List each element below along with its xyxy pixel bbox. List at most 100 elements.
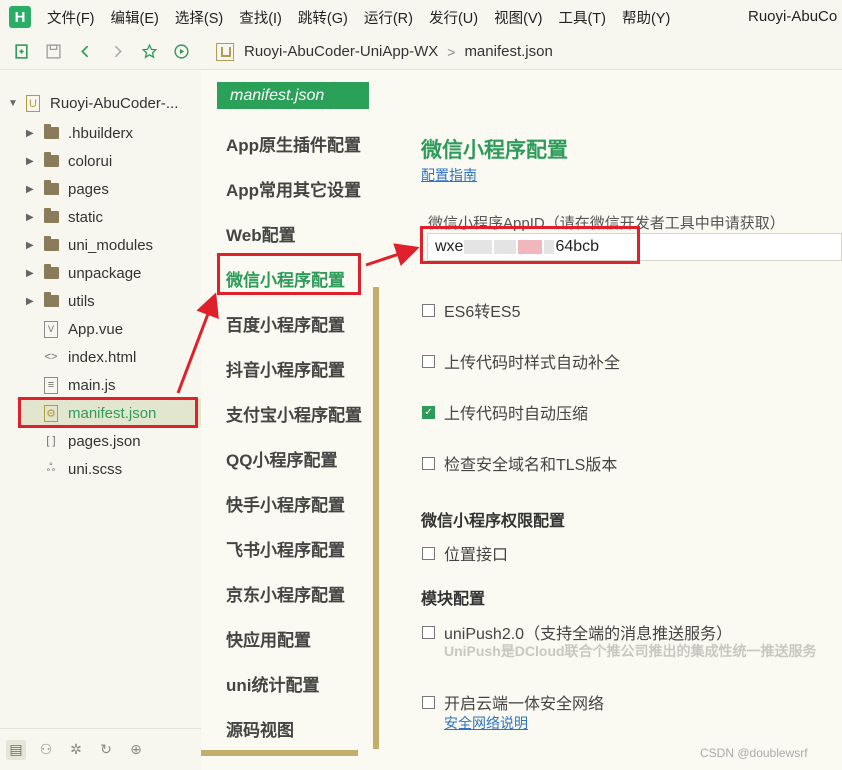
chevron-right-icon[interactable]: ▶ — [26, 128, 44, 139]
tree-folder-hbuilderx[interactable]: ▶ .hbuilderx — [26, 119, 201, 147]
nav-quickapp-config[interactable]: 快应用配置 — [226, 623, 311, 653]
checkbox-style-autoprefix[interactable]: 上传代码时样式自动补全 — [422, 349, 620, 373]
tree-file-app-vue[interactable]: V App.vue — [26, 315, 201, 343]
tree-folder-uni-modules[interactable]: ▶ uni_modules — [26, 231, 201, 259]
tree-root[interactable]: ▼ U Ruoyi-AbuCoder-... — [8, 95, 178, 112]
folder-icon — [44, 208, 59, 223]
tree-folder-unpackage[interactable]: ▶ unpackage — [26, 259, 201, 287]
nav-jd-mp-config[interactable]: 京东小程序配置 — [226, 578, 345, 608]
tree-item-label: uni.scss — [68, 460, 123, 478]
breadcrumb-project[interactable]: Ruoyi-AbuCoder-UniApp-WX — [244, 43, 438, 60]
menu-edit[interactable]: 编辑(E) — [111, 7, 159, 28]
tree-folder-utils[interactable]: ▶ utils — [26, 287, 201, 315]
project-manager-icon[interactable]: ▤ — [6, 739, 26, 760]
checkbox-box[interactable] — [422, 354, 435, 368]
tree-file-main-js[interactable]: ≡ main.js — [26, 371, 201, 399]
plugin-icon[interactable]: ⚇ — [36, 740, 56, 760]
window-title: Ruoyi-AbuCo — [748, 8, 838, 25]
chevron-right-icon[interactable]: ▶ — [26, 212, 44, 223]
checkbox-secure-network[interactable]: 开启云端一体安全网络 — [422, 690, 604, 714]
checkbox-label: ES6转ES5 — [444, 304, 521, 321]
checkbox-check-domain-tls[interactable]: 检查安全域名和TLS版本 — [422, 451, 617, 475]
git-icon[interactable]: ↻ — [96, 740, 116, 760]
html-file-icon: <> — [44, 351, 58, 363]
folder-icon — [44, 236, 59, 251]
nav-feishu-mp-config[interactable]: 飞书小程序配置 — [226, 533, 345, 563]
chevron-right-icon[interactable]: ▶ — [26, 184, 44, 195]
debug-icon[interactable]: ✲ — [66, 740, 86, 760]
checkbox-label: 检查安全域名和TLS版本 — [444, 457, 618, 474]
tree-file-index-html[interactable]: <> index.html — [26, 343, 201, 371]
checkbox-es6-to-es5[interactable]: ES6转ES5 — [422, 298, 521, 322]
tree-folder-pages[interactable]: ▶ pages — [26, 175, 201, 203]
vue-file-icon: V — [44, 320, 58, 338]
tree-file-uni-scss[interactable]: ஃ uni.scss — [26, 455, 201, 483]
appid-value-suffix: 64bcb — [555, 238, 600, 255]
menu-tools[interactable]: 工具(T) — [558, 7, 606, 28]
chevron-right-icon[interactable]: ▶ — [26, 268, 44, 279]
folder-icon — [44, 180, 59, 195]
tree-item-label: main.js — [68, 376, 116, 394]
checkbox-label: 位置接口 — [444, 547, 509, 564]
nav-app-native-plugins[interactable]: App原生插件配置 — [226, 128, 361, 158]
tree-file-pages-json[interactable]: [ ] pages.json — [26, 427, 201, 455]
js-file-icon: ≡ — [44, 376, 58, 394]
nav-app-other-settings[interactable]: App常用其它设置 — [226, 173, 361, 203]
web-icon[interactable]: ⊕ — [126, 740, 146, 760]
nav-qq-mp-config[interactable]: QQ小程序配置 — [226, 443, 337, 473]
menu-goto[interactable]: 跳转(G) — [298, 7, 348, 28]
tree-item-label: utils — [68, 292, 95, 310]
menu-publish[interactable]: 发行(U) — [429, 7, 478, 28]
blur-mask — [518, 240, 543, 254]
checkbox-box[interactable] — [422, 456, 435, 470]
star-icon[interactable] — [138, 41, 160, 63]
tab-manifest-json[interactable]: manifest.json — [217, 82, 369, 109]
tree-file-manifest-json[interactable]: ⚙ manifest.json — [18, 399, 201, 427]
nav-scrollbar[interactable] — [373, 287, 379, 749]
run-icon[interactable] — [170, 41, 192, 63]
checkbox-box[interactable] — [422, 625, 435, 639]
checkbox-box[interactable] — [422, 695, 435, 709]
forward-icon[interactable] — [106, 41, 128, 63]
tree-folder-static[interactable]: ▶ static — [26, 203, 201, 231]
tree-folder-colorui[interactable]: ▶ colorui — [26, 147, 201, 175]
chevron-right-icon[interactable]: ▶ — [26, 156, 44, 167]
tree-item-label: pages — [68, 180, 109, 198]
appid-input[interactable]: wxe 64bcb — [427, 233, 842, 261]
checkbox-label: 开启云端一体安全网络 — [444, 696, 605, 713]
new-file-icon[interactable] — [10, 41, 32, 63]
nav-alipay-mp-config[interactable]: 支付宝小程序配置 — [226, 398, 362, 428]
checkbox-box[interactable] — [422, 546, 435, 560]
breadcrumb-file[interactable]: manifest.json — [464, 43, 552, 60]
tree-item-label: unpackage — [68, 264, 142, 282]
nav-baidu-mp-config[interactable]: 百度小程序配置 — [226, 308, 345, 338]
breadcrumb-separator: > — [447, 43, 456, 60]
checkbox-location-api[interactable]: 位置接口 — [422, 541, 508, 565]
secure-network-link[interactable]: 安全网络说明 — [444, 713, 528, 733]
menu-find[interactable]: 查找(I) — [239, 7, 282, 28]
checkbox-minify[interactable]: ✓ 上传代码时自动压缩 — [422, 400, 588, 424]
appid-label: 微信小程序AppID（请在微信开发者工具中申请获取） — [428, 215, 785, 232]
checkbox-box[interactable] — [422, 303, 435, 317]
menu-help[interactable]: 帮助(Y) — [622, 7, 670, 28]
menu-view[interactable]: 视图(V) — [494, 7, 542, 28]
checkmark-icon[interactable]: ✓ — [422, 405, 435, 419]
folder-icon — [44, 292, 59, 307]
menu-select[interactable]: 选择(S) — [175, 7, 223, 28]
nav-source-view[interactable]: 源码视图 — [226, 713, 294, 743]
nav-kuaishou-mp-config[interactable]: 快手小程序配置 — [226, 488, 345, 518]
chevron-right-icon[interactable]: ▶ — [26, 296, 44, 307]
nav-bottom-bar — [201, 750, 358, 756]
nav-web-config[interactable]: Web配置 — [226, 218, 296, 248]
menu-run[interactable]: 运行(R) — [364, 7, 413, 28]
menu-file[interactable]: 文件(F) — [47, 7, 95, 28]
nav-weixin-mp-config[interactable]: 微信小程序配置 — [226, 263, 345, 293]
chevron-right-icon[interactable]: ▶ — [26, 240, 44, 251]
config-guide-link[interactable]: 配置指南 — [421, 165, 477, 185]
back-icon[interactable] — [74, 41, 96, 63]
nav-uni-stat-config[interactable]: uni统计配置 — [226, 668, 320, 698]
chevron-down-icon[interactable]: ▼ — [8, 98, 26, 109]
folder-icon — [44, 152, 59, 167]
nav-douyin-mp-config[interactable]: 抖音小程序配置 — [226, 353, 345, 383]
save-icon[interactable] — [42, 41, 64, 63]
